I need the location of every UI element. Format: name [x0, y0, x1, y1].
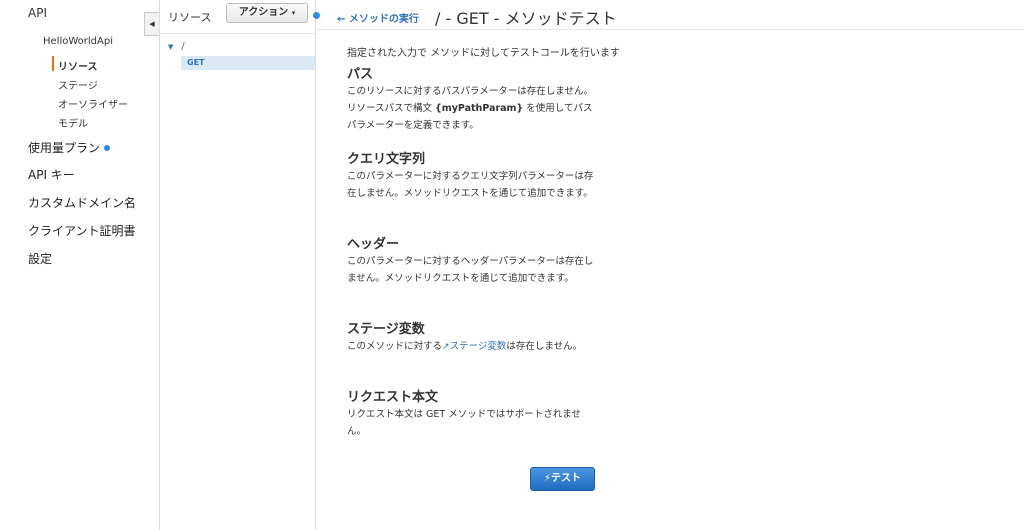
tree-root-resource[interactable]: ▼ /	[168, 41, 185, 52]
stage-variables-link[interactable]: ステージ変数	[450, 341, 507, 352]
active-indicator	[52, 56, 54, 71]
path-param-syntax: {myPathParam}	[435, 103, 524, 114]
caret-down-icon[interactable]: ▼	[168, 43, 173, 51]
new-indicator-dot	[104, 145, 111, 151]
page-title: / - GET - メソッドテスト	[435, 9, 617, 28]
nav-item-client-certs[interactable]: クライアント証明書	[28, 222, 136, 239]
test-button-label: テスト	[551, 473, 582, 484]
nav-item-usage-plans[interactable]: 使用量プラン	[28, 139, 111, 156]
nav-item-models[interactable]: モデル	[58, 115, 88, 130]
actions-dropdown-button[interactable]: アクション ▾	[226, 3, 308, 23]
back-link-label: メソッドの実行	[348, 14, 419, 25]
section-stage-vars-body: このメソッドに対する↗ステージ変数は存在しません。	[347, 338, 597, 356]
nav-item-authorizers[interactable]: オーソライザー	[58, 96, 128, 111]
section-stage-vars: ステージ変数 このメソッドに対する↗ステージ変数は存在しません。	[347, 322, 597, 356]
section-path-title: パス	[347, 67, 374, 82]
stage-vars-text-1: このメソッドに対する	[347, 341, 443, 352]
nav-item-settings[interactable]: 設定	[28, 250, 52, 267]
section-query: クエリ文字列 このパラメーターに対するクエリ文字列パラメーターは存在しません。メ…	[347, 152, 597, 202]
lightning-icon: ⚡	[543, 473, 552, 484]
main-header	[317, 0, 1024, 30]
section-path: パス このリソースに対するパスパラメーターは存在しません。リソースパスで構文 {…	[347, 67, 597, 134]
section-header-body: このパラメーターに対するヘッダーパラメーターは存在しません。メソッドリクエストを…	[347, 256, 594, 284]
section-header: ヘッダー このパラメーターに対するヘッダーパラメーターは存在しません。メソッドリ…	[347, 237, 597, 287]
nav-item-usage-plans-label: 使用量プラン	[28, 141, 101, 155]
nav-item-stages[interactable]: ステージ	[58, 77, 98, 92]
page-description: 指定された入力で メソッドに対してテストコールを行います	[347, 48, 620, 59]
external-link-icon: ↗	[442, 342, 450, 352]
root-path-label: /	[181, 41, 185, 52]
nav-item-custom-domains[interactable]: カスタムドメイン名	[28, 194, 136, 211]
actions-label: アクション	[238, 7, 289, 18]
caret-down-icon: ▾	[291, 9, 296, 17]
left-nav: API HelloWorldApi リソース ステージ オーソライザー モデル …	[0, 0, 160, 530]
section-path-body: このリソースに対するパスパラメーターは存在しません。リソースパスで構文 {myP…	[347, 83, 597, 134]
back-to-method-execution-link[interactable]: ← メソッドの実行	[337, 10, 419, 25]
nav-item-api-keys[interactable]: API キー	[28, 166, 75, 183]
collapse-nav-button[interactable]: ◀	[144, 12, 159, 36]
nav-api-name[interactable]: HelloWorldApi	[43, 36, 113, 47]
section-query-body: このパラメーターに対するクエリ文字列パラメーターは存在しません。メソッドリクエス…	[347, 171, 594, 199]
nav-item-resources[interactable]: リソース	[58, 58, 98, 73]
arrow-left-icon: ←	[337, 14, 346, 25]
section-request-body: リクエスト本文 リクエスト本文は GET メソッドではサポートされません。	[347, 390, 597, 440]
section-request-body-body: リクエスト本文は GET メソッドではサポートされません。	[347, 409, 581, 437]
section-header-title: ヘッダー	[347, 237, 400, 252]
nav-api-link[interactable]: API	[28, 6, 47, 20]
section-query-title: クエリ文字列	[347, 152, 426, 167]
tree-method-get[interactable]: GET	[181, 56, 315, 70]
resources-title: リソース	[168, 11, 212, 24]
test-button[interactable]: ⚡テスト	[530, 467, 595, 491]
resources-header: リソース アクション ▾	[160, 0, 316, 34]
section-stage-vars-title: ステージ変数	[347, 322, 425, 337]
resources-panel: リソース アクション ▾ ▼ / GET	[160, 0, 316, 530]
section-request-body-title: リクエスト本文	[347, 390, 439, 405]
stage-vars-text-2: は存在しません。	[506, 341, 583, 352]
caret-left-icon: ◀	[149, 20, 155, 28]
